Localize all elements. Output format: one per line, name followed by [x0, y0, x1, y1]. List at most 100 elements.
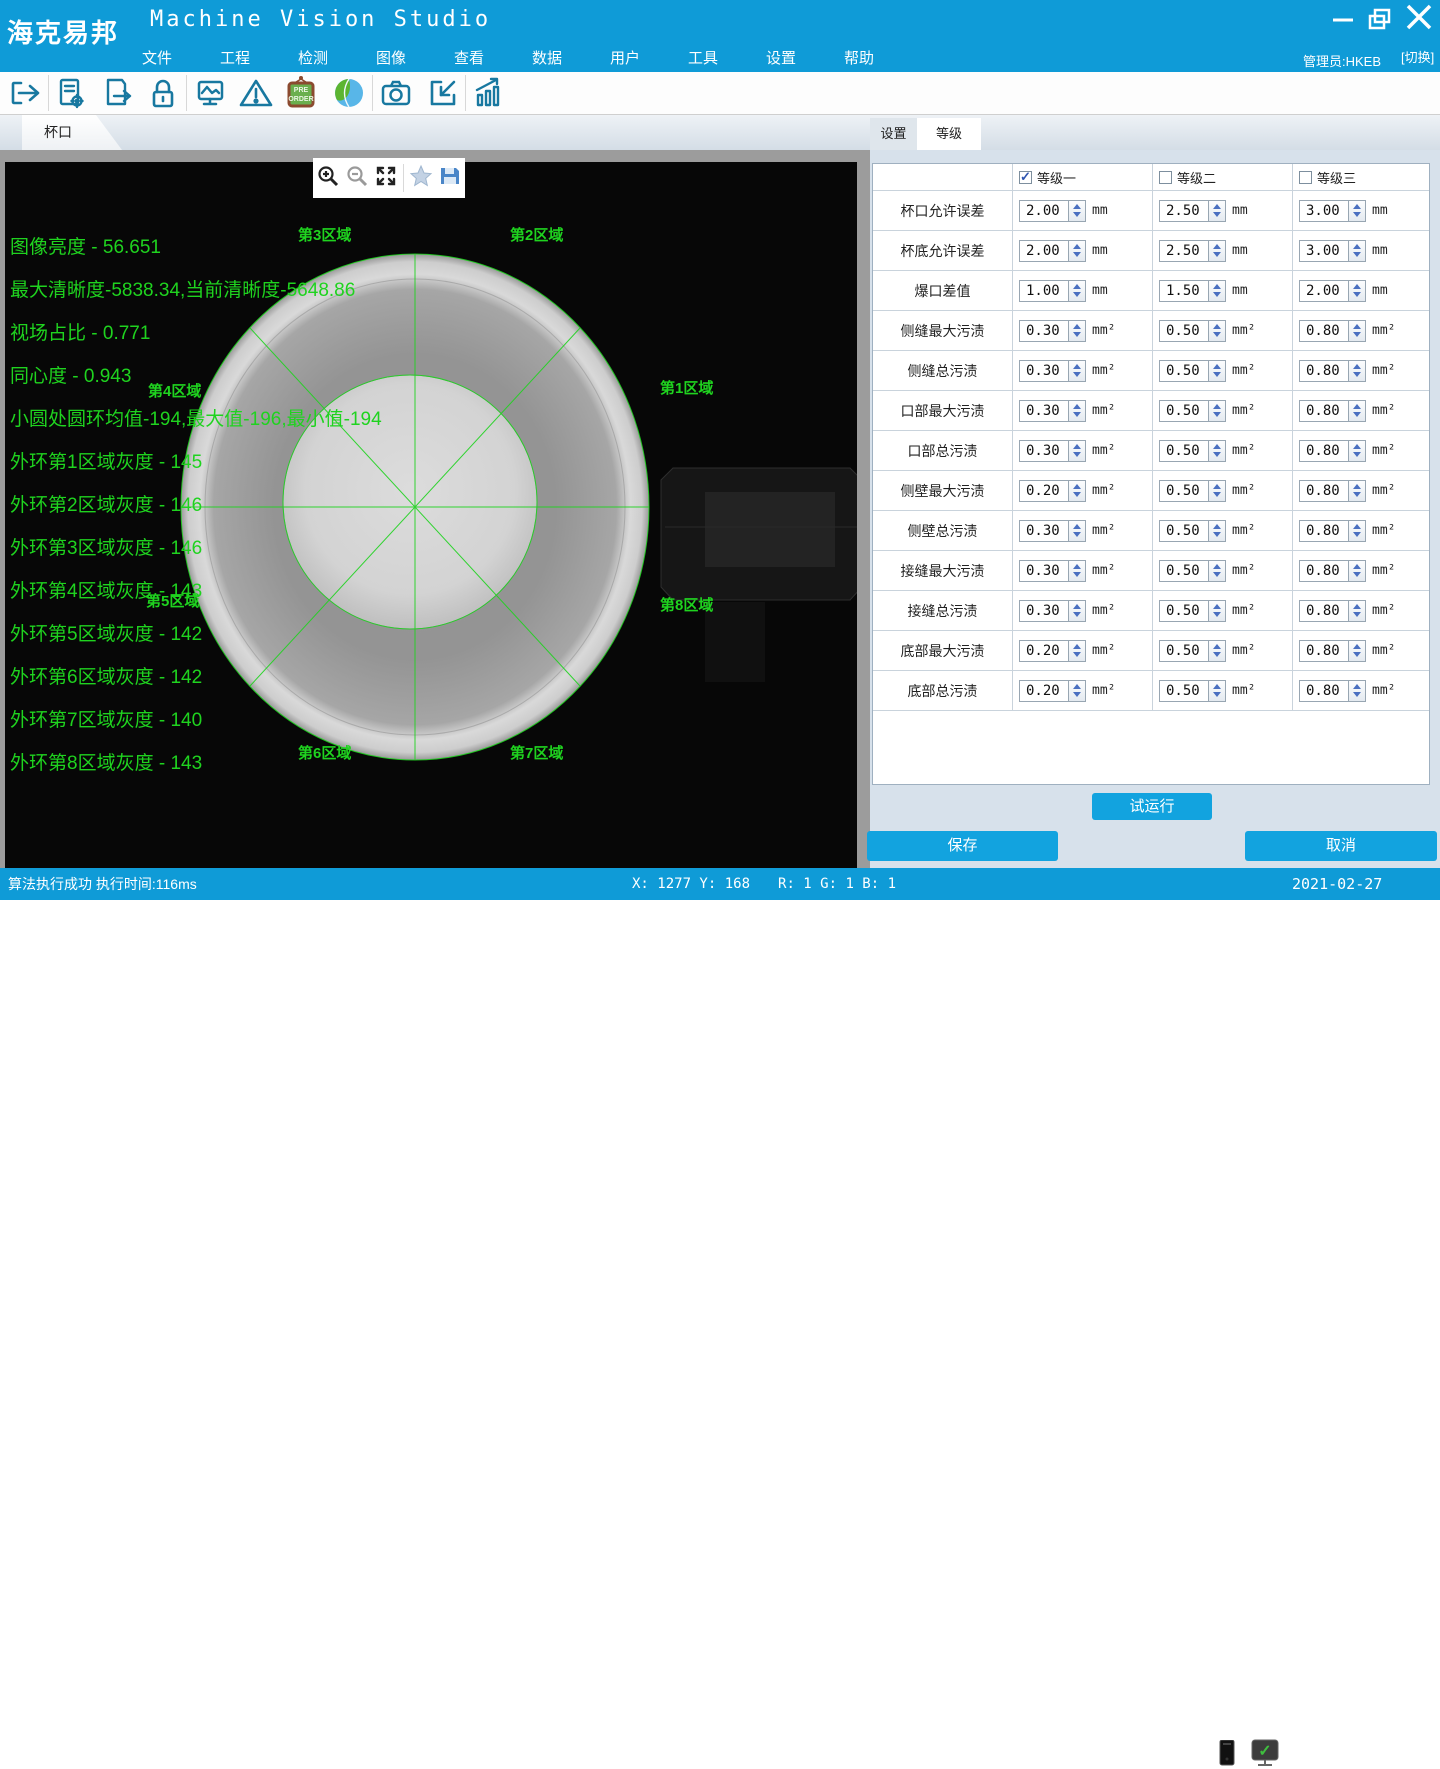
spin-down-icon[interactable]: [1353, 692, 1361, 697]
spin-up-icon[interactable]: [1073, 644, 1081, 649]
spinner-control[interactable]: [1069, 600, 1086, 622]
statistics-icon[interactable]: [469, 74, 507, 112]
spinner-control[interactable]: [1069, 520, 1086, 542]
spinner-control[interactable]: [1209, 400, 1226, 422]
spinner-control[interactable]: [1349, 440, 1366, 462]
spin-down-icon[interactable]: [1213, 332, 1221, 337]
spinner-control[interactable]: [1069, 440, 1086, 462]
menu-help[interactable]: 帮助: [820, 47, 898, 71]
spin-up-icon[interactable]: [1213, 364, 1221, 369]
menu-detect[interactable]: 检测: [274, 47, 352, 71]
spin-up-icon[interactable]: [1073, 204, 1081, 209]
spin-down-icon[interactable]: [1353, 532, 1361, 537]
tab-settings[interactable]: 设置: [870, 118, 917, 150]
spin-up-icon[interactable]: [1353, 564, 1361, 569]
spin-up-icon[interactable]: [1213, 564, 1221, 569]
spin-up-icon[interactable]: [1353, 244, 1361, 249]
spinner-control[interactable]: [1069, 640, 1086, 662]
value-input[interactable]: [1159, 640, 1209, 662]
value-input[interactable]: [1299, 600, 1349, 622]
value-input[interactable]: [1019, 320, 1069, 342]
spinner-control[interactable]: [1349, 320, 1366, 342]
spin-down-icon[interactable]: [1353, 492, 1361, 497]
fit-view-icon[interactable]: [374, 164, 398, 193]
spin-up-icon[interactable]: [1073, 484, 1081, 489]
spin-up-icon[interactable]: [1213, 244, 1221, 249]
spinner-control[interactable]: [1349, 640, 1366, 662]
spin-down-icon[interactable]: [1353, 372, 1361, 377]
value-input[interactable]: [1299, 200, 1349, 222]
spinner-control[interactable]: [1349, 600, 1366, 622]
spinner-control[interactable]: [1349, 240, 1366, 262]
value-input[interactable]: [1299, 400, 1349, 422]
spinner-control[interactable]: [1349, 280, 1366, 302]
menu-data[interactable]: 数据: [508, 47, 586, 71]
spin-up-icon[interactable]: [1073, 604, 1081, 609]
lock-icon[interactable]: [144, 74, 182, 112]
restore-button[interactable]: [1363, 2, 1397, 36]
value-input[interactable]: [1299, 440, 1349, 462]
value-input[interactable]: [1299, 360, 1349, 382]
spinner-control[interactable]: [1209, 320, 1226, 342]
value-input[interactable]: [1159, 280, 1209, 302]
spin-down-icon[interactable]: [1073, 332, 1081, 337]
spin-down-icon[interactable]: [1213, 412, 1221, 417]
value-input[interactable]: [1019, 200, 1069, 222]
value-input[interactable]: [1159, 680, 1209, 702]
value-input[interactable]: [1019, 520, 1069, 542]
spin-down-icon[interactable]: [1213, 652, 1221, 657]
value-input[interactable]: [1159, 400, 1209, 422]
spin-up-icon[interactable]: [1353, 644, 1361, 649]
spin-down-icon[interactable]: [1213, 612, 1221, 617]
spin-up-icon[interactable]: [1213, 604, 1221, 609]
menu-file[interactable]: 文件: [118, 47, 196, 71]
value-input[interactable]: [1159, 520, 1209, 542]
spinner-control[interactable]: [1069, 240, 1086, 262]
value-input[interactable]: [1159, 320, 1209, 342]
spin-down-icon[interactable]: [1213, 572, 1221, 577]
spin-down-icon[interactable]: [1353, 212, 1361, 217]
value-input[interactable]: [1159, 600, 1209, 622]
spin-down-icon[interactable]: [1073, 532, 1081, 537]
value-input[interactable]: [1159, 240, 1209, 262]
spinner-control[interactable]: [1209, 520, 1226, 542]
spin-up-icon[interactable]: [1073, 444, 1081, 449]
value-input[interactable]: [1299, 520, 1349, 542]
spin-up-icon[interactable]: [1353, 204, 1361, 209]
spin-down-icon[interactable]: [1073, 612, 1081, 617]
spin-down-icon[interactable]: [1353, 252, 1361, 257]
spinner-control[interactable]: [1349, 520, 1366, 542]
test-run-button[interactable]: 试运行: [1092, 793, 1212, 820]
menu-user[interactable]: 用户: [586, 47, 664, 71]
spin-down-icon[interactable]: [1213, 692, 1221, 697]
spin-up-icon[interactable]: [1213, 204, 1221, 209]
zoom-out-icon[interactable]: [345, 164, 369, 193]
spin-up-icon[interactable]: [1213, 324, 1221, 329]
value-input[interactable]: [1299, 560, 1349, 582]
document-export-icon[interactable]: [98, 74, 136, 112]
spinner-control[interactable]: [1209, 560, 1226, 582]
spin-down-icon[interactable]: [1073, 372, 1081, 377]
value-input[interactable]: [1019, 640, 1069, 662]
spinner-control[interactable]: [1069, 280, 1086, 302]
spin-down-icon[interactable]: [1353, 452, 1361, 457]
spin-down-icon[interactable]: [1213, 212, 1221, 217]
spinner-control[interactable]: [1209, 360, 1226, 382]
spin-down-icon[interactable]: [1213, 252, 1221, 257]
exit-icon[interactable]: [6, 74, 44, 112]
spinner-control[interactable]: [1209, 240, 1226, 262]
spin-down-icon[interactable]: [1353, 572, 1361, 577]
spinner-control[interactable]: [1069, 200, 1086, 222]
spinner-control[interactable]: [1069, 560, 1086, 582]
menu-image[interactable]: 图像: [352, 47, 430, 71]
spin-up-icon[interactable]: [1353, 404, 1361, 409]
camera-icon[interactable]: [377, 74, 415, 112]
menu-tools[interactable]: 工具: [664, 47, 742, 71]
spin-up-icon[interactable]: [1213, 444, 1221, 449]
favorite-star-icon[interactable]: [409, 164, 433, 193]
close-button[interactable]: [1400, 0, 1434, 34]
menu-project[interactable]: 工程: [196, 47, 274, 71]
import-icon[interactable]: [423, 74, 461, 112]
spinner-control[interactable]: [1209, 680, 1226, 702]
spinner-control[interactable]: [1209, 640, 1226, 662]
